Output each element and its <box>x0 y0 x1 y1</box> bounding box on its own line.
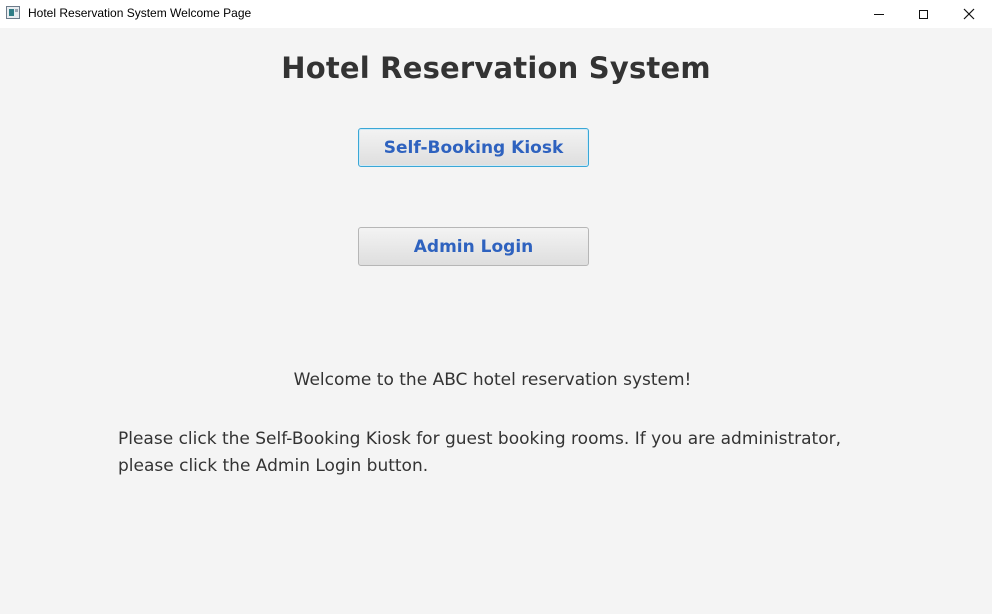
window-title: Hotel Reservation System Welcome Page <box>28 6 252 20</box>
close-button[interactable] <box>946 0 992 28</box>
minimize-button[interactable] <box>856 0 902 28</box>
self-booking-kiosk-label: Self-Booking Kiosk <box>383 137 564 158</box>
admin-login-label: Admin Login <box>413 236 534 257</box>
maximize-button[interactable] <box>900 0 946 28</box>
minimize-icon <box>874 13 884 15</box>
admin-login-button[interactable]: Admin Login <box>358 227 589 266</box>
self-booking-kiosk-button[interactable]: Self-Booking Kiosk <box>358 128 589 167</box>
welcome-message: Welcome to the ABC hotel reservation sys… <box>293 370 692 390</box>
app-icon-pane <box>9 9 14 16</box>
window-titlebar[interactable]: Hotel Reservation System Welcome Page <box>0 0 992 28</box>
maximize-icon <box>918 9 928 19</box>
app-window-icon <box>6 6 20 19</box>
app-icon-pane <box>15 9 18 12</box>
close-icon <box>963 8 975 20</box>
page-title: Hotel Reservation System <box>281 51 711 85</box>
instructions-text: Please click the Self-Booking Kiosk for … <box>118 429 842 476</box>
